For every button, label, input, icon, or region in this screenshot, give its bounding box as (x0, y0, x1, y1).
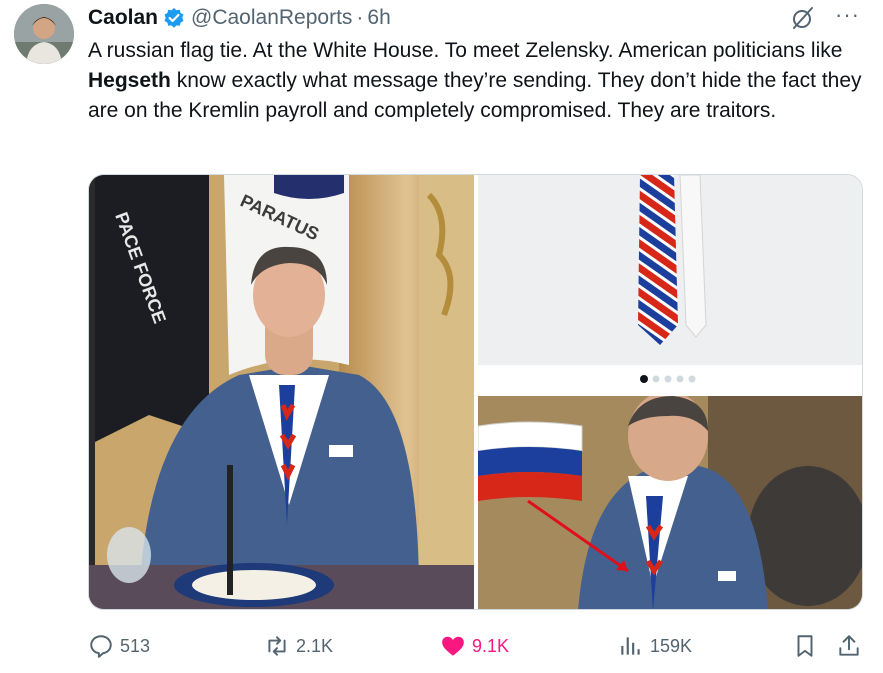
grok-icon[interactable] (790, 5, 816, 31)
share-button[interactable] (836, 628, 868, 664)
photo-flag-comparison[interactable] (477, 391, 862, 609)
photo-tie-product[interactable] (478, 175, 862, 393)
heart-icon (442, 636, 464, 656)
tweet-text-part: A russian flag tie. At the White House. … (88, 39, 849, 62)
russian-flag-icon (477, 421, 583, 501)
views-button[interactable]: 159K (618, 628, 692, 664)
reply-button[interactable]: 513 (88, 628, 150, 664)
tweet-text: A russian flag tie. At the White House. … (88, 36, 868, 126)
share-icon (839, 635, 859, 656)
repost-icon (268, 636, 286, 656)
verified-badge-icon (163, 7, 185, 29)
like-count: 9.1K (472, 635, 510, 656)
reply-count: 513 (120, 635, 151, 656)
avatar[interactable] (14, 4, 74, 64)
action-bar: 513 2.1K 9.1K 159K (88, 628, 868, 664)
repost-count: 2.1K (296, 635, 334, 656)
tweet-header: Caolan @CaolanReports · 6h (88, 4, 391, 32)
photo-hegseth-table[interactable]: PACE FORCE PARATUS (89, 175, 474, 609)
tweet-text-part: know exactly what message they’re sendin… (88, 69, 868, 122)
tweet-text-bold: Hegseth (88, 69, 171, 92)
handle[interactable]: @CaolanReports (191, 6, 352, 30)
timestamp[interactable]: 6h (367, 6, 390, 30)
more-options-icon[interactable]: ··· (835, 2, 860, 28)
bookmark-button[interactable] (792, 628, 824, 664)
avatar-image (14, 4, 74, 64)
media-grid: PACE FORCE PARATUS (88, 174, 863, 610)
reply-icon (90, 635, 112, 658)
separator-dot: · (356, 6, 364, 29)
repost-button[interactable]: 2.1K (264, 628, 333, 664)
views-icon (621, 637, 640, 655)
display-name[interactable]: Caolan (88, 6, 158, 30)
bookmark-icon (797, 635, 813, 657)
views-count: 159K (650, 635, 693, 656)
like-button[interactable]: 9.1K (440, 628, 509, 664)
